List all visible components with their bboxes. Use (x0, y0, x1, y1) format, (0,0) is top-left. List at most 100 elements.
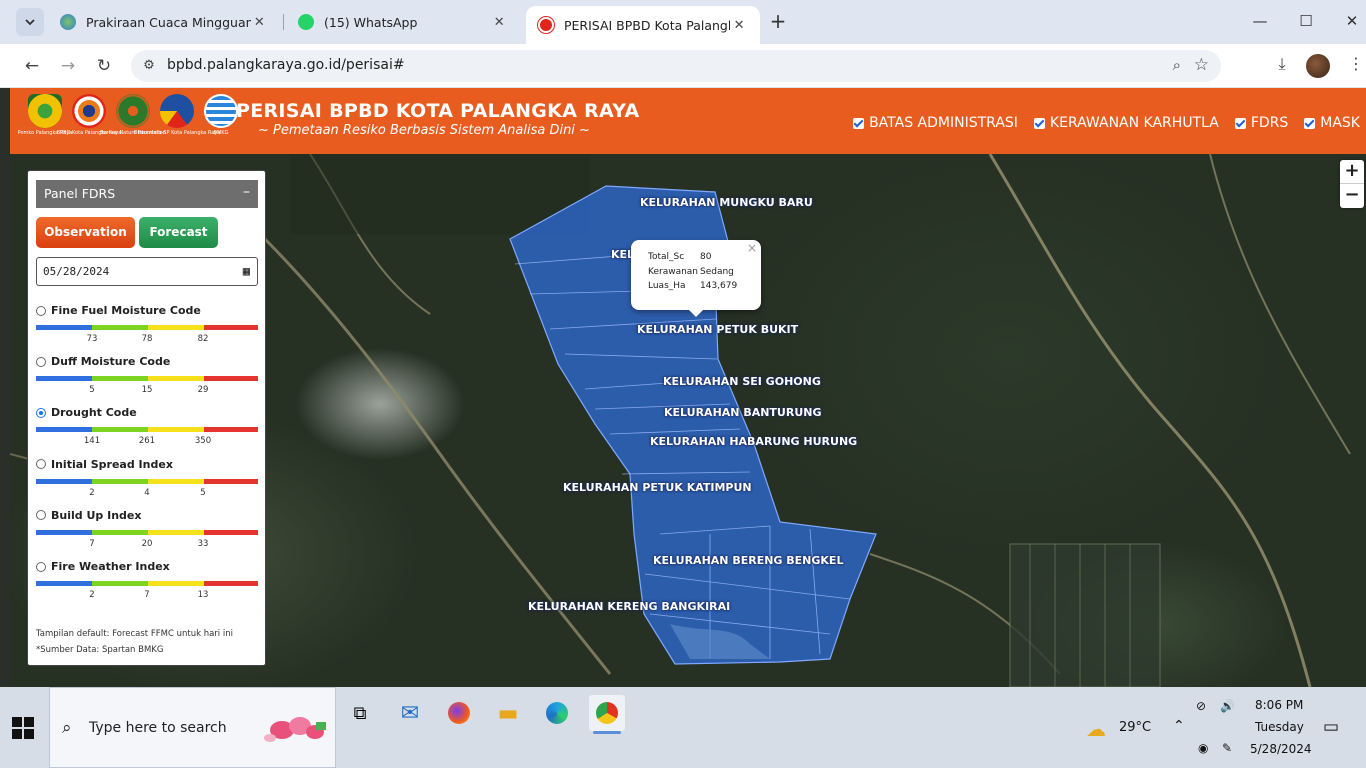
mail-app-icon[interactable]: ✉ (392, 695, 428, 731)
index-radio[interactable] (36, 459, 46, 470)
calendar-icon[interactable]: ▦ (243, 264, 250, 278)
index-color-scale (36, 581, 258, 586)
scale-segment (204, 478, 258, 484)
tab-separator (283, 14, 284, 30)
index-radio[interactable] (36, 510, 46, 521)
toggle-mask[interactable]: MASK (1304, 115, 1360, 131)
index-label-row[interactable]: Fine Fuel Moisture Code (36, 304, 258, 317)
map-label-petuk-katimpun[interactable]: KELURAHAN PETUK KATIMPUN (563, 481, 752, 494)
forecast-button[interactable]: Forecast (139, 217, 218, 248)
map-label-sei-gohong[interactable]: KELURAHAN SEI GOHONG (663, 375, 821, 388)
task-view-icon[interactable]: ⧉ (342, 695, 378, 731)
scale-segment (92, 529, 148, 535)
new-tab-button[interactable]: + (766, 10, 790, 34)
fdrs-index-item[interactable]: Duff Moisture Code 5 15 29 (36, 355, 258, 397)
index-radio[interactable] (36, 561, 46, 572)
map-label-kereng-bangkirai[interactable]: KELURAHAN KERENG BANGKIRAI (528, 600, 730, 613)
address-bar[interactable]: ⚙ bpbd.palangkaraya.go.id/perisai# ⌕ ☆ (131, 50, 1221, 82)
logo-caption: BMKG (213, 130, 229, 136)
panel-minimize-button[interactable]: – (243, 184, 250, 200)
index-radio[interactable] (36, 305, 46, 316)
close-tab-icon[interactable]: ✕ (730, 18, 748, 33)
close-popup-icon[interactable]: × (747, 241, 757, 255)
clock-date[interactable]: 5/28/2024 (1250, 742, 1312, 756)
index-threshold-ticks: 141 261 350 (36, 436, 258, 448)
toggle-fdrs[interactable]: FDRS (1234, 115, 1288, 131)
fdrs-index-item[interactable]: Initial Spread Index 2 4 5 (36, 458, 258, 500)
map-canvas[interactable]: KELURAHAN MUNGKU BARU KEL KELURAHAN PETU… (10, 154, 1366, 687)
reload-button[interactable]: ↻ (92, 54, 116, 78)
minimize-window-button[interactable]: — (1250, 12, 1270, 30)
tray-chevron-icon[interactable]: ⌃ (1173, 718, 1185, 734)
weather-icon[interactable]: ☁ (1086, 717, 1106, 741)
threshold-value: 2 (89, 487, 95, 498)
date-input[interactable]: 05/28/2024 ▦ (36, 257, 258, 286)
site-info-icon[interactable]: ⚙ (139, 56, 159, 76)
meet-now-icon[interactable]: ◉ (1198, 741, 1208, 755)
close-tab-icon[interactable]: ✕ (251, 15, 268, 30)
scale-segment (148, 325, 204, 330)
profile-avatar[interactable] (1306, 54, 1330, 78)
fdrs-index-item[interactable]: Drought Code 141 261 350 (36, 406, 258, 448)
tab-perisai[interactable]: PERISAI BPBD Kota Palangka Ra ✕ (526, 6, 760, 44)
index-name: Drought Code (51, 406, 137, 420)
download-icon[interactable]: ⤓ (1270, 54, 1294, 74)
back-button[interactable]: ← (20, 54, 44, 78)
notifications-icon[interactable]: ▭ (1323, 717, 1339, 737)
map-label-habarung-hurung[interactable]: KELURAHAN HABARUNG HURUNG (650, 435, 857, 448)
zoom-in-button[interactable]: + (1340, 160, 1364, 184)
tab-prakiraan-cuaca[interactable]: Prakiraan Cuaca Mingguan | BM ✕ (48, 6, 280, 38)
fdrs-index-item[interactable]: Fire Weather Index 2 7 13 (36, 560, 258, 602)
checkbox[interactable] (1033, 117, 1045, 129)
fdrs-index-item[interactable]: Build Up Index 7 20 33 (36, 509, 258, 551)
index-color-scale (36, 529, 258, 535)
url-text[interactable]: bpbd.palangkaraya.go.id/perisai# (167, 57, 405, 73)
close-window-button[interactable]: ✕ (1342, 12, 1362, 30)
volume-icon[interactable]: 🔊 (1220, 699, 1235, 713)
checkbox[interactable] (1234, 117, 1246, 129)
clock-day[interactable]: Tuesday (1255, 720, 1304, 734)
bookmark-star-icon[interactable]: ☆ (1194, 55, 1209, 75)
map-label-banturung[interactable]: KELURAHAN BANTURUNG (664, 406, 822, 419)
checkbox[interactable] (853, 117, 865, 129)
zoom-out-button[interactable]: − (1340, 184, 1364, 208)
maximize-window-button[interactable]: ☐ (1296, 12, 1316, 30)
forward-button[interactable]: → (56, 54, 80, 78)
map-label-bereng-bengkel[interactable]: KELURAHAN BERENG BENGKEL (653, 554, 843, 567)
tab-search-button[interactable] (16, 8, 44, 36)
toggle-kerawanan-karhutla[interactable]: KERAWANAN KARHUTLA (1033, 115, 1219, 131)
site-header: Pemko Palangka Raya BPBD Kota Palangka R… (10, 88, 1366, 154)
index-label-row[interactable]: Initial Spread Index (36, 458, 258, 471)
index-radio[interactable] (36, 407, 46, 418)
pen-icon[interactable]: ✎ (1222, 741, 1232, 755)
index-label-row[interactable]: Duff Moisture Code (36, 355, 258, 368)
network-icon[interactable]: ⊘ (1196, 699, 1206, 713)
chrome-app-icon[interactable] (589, 695, 625, 734)
checkbox[interactable] (1304, 117, 1316, 129)
file-explorer-icon[interactable]: ▬ (490, 695, 526, 731)
windows-start-icon[interactable] (12, 717, 34, 739)
browser-menu-icon[interactable]: ⋮ (1344, 54, 1366, 73)
threshold-value: 5 (200, 487, 206, 498)
index-radio[interactable] (36, 356, 46, 367)
fdrs-index-item[interactable]: Fine Fuel Moisture Code 73 78 82 (36, 304, 258, 346)
scale-segment (36, 529, 92, 535)
tab-whatsapp[interactable]: (15) WhatsApp ✕ (286, 6, 520, 38)
weather-temp[interactable]: 29°C (1119, 720, 1151, 735)
threshold-value: 5 (89, 385, 95, 396)
index-label-row[interactable]: Build Up Index (36, 509, 258, 522)
clock-time[interactable]: 8:06 PM (1255, 698, 1303, 712)
map-label-mungku-baru[interactable]: KELURAHAN MUNGKU BARU (640, 196, 813, 209)
index-label-row[interactable]: Drought Code (36, 406, 258, 419)
edge-app-icon[interactable] (539, 695, 575, 731)
zoom-magnifier-icon[interactable]: ⌕ (1173, 56, 1181, 74)
scale-segment (148, 427, 204, 433)
scale-segment (204, 376, 258, 382)
map-label-petuk-bukit[interactable]: KELURAHAN PETUK BUKIT (637, 323, 798, 336)
taskbar-search[interactable]: ⌕ Type here to search (49, 687, 336, 768)
index-label-row[interactable]: Fire Weather Index (36, 560, 258, 573)
close-tab-icon[interactable]: ✕ (490, 15, 508, 30)
firefox-app-icon[interactable] (441, 695, 477, 731)
toggle-batas-administrasi[interactable]: BATAS ADMINISTRASI (853, 115, 1018, 131)
observation-button[interactable]: Observation (36, 217, 135, 248)
